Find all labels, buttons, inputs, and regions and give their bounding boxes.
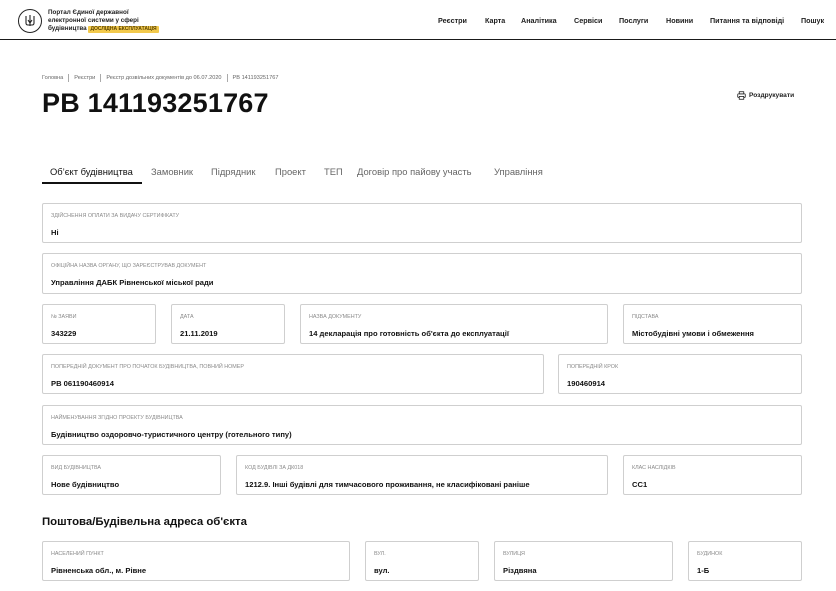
nav-registries[interactable]: Реєстри (438, 16, 467, 25)
printer-icon (737, 91, 746, 100)
consequence-class-field: Клас наслідків СС1 (623, 455, 802, 495)
address-section-title: Поштова/Будівельна адреса об'єкта (42, 516, 247, 528)
breadcrumb-current: РВ 141193251767 (232, 75, 279, 81)
field-value: Ні (51, 228, 59, 237)
tab-tep[interactable]: ТЕП (324, 166, 343, 177)
field-label: Попередній документ про початок будівниц… (51, 364, 244, 370)
field-label: Вул. (374, 551, 386, 557)
field-value: 1212.9. Інші будівлі для тимчасового про… (245, 480, 530, 489)
trident-logo-icon[interactable] (18, 9, 42, 33)
page-title: РВ 141193251767 (42, 88, 269, 118)
street-type-field: Вул. вул. (365, 541, 479, 581)
field-value: СС1 (632, 480, 648, 489)
brand-line-3: будівництва (48, 25, 87, 32)
field-label: Назва документу (309, 314, 362, 320)
nav-services[interactable]: Сервіси (574, 16, 602, 25)
field-value: Нове будівництво (51, 480, 120, 489)
tab-customer[interactable]: Замовник (151, 166, 193, 177)
field-label: Код будівлі за ДК018 (245, 465, 304, 471)
field-label: Вулиця (503, 551, 525, 557)
breadcrumb-registry[interactable]: Реєстр дозвільних документів до 06.07.20… (106, 75, 221, 81)
field-label: Попередній крок (567, 364, 619, 370)
basis-field: Підстава Містобудівні умови і обмеження (623, 304, 802, 344)
nav-map[interactable]: Карта (485, 16, 505, 25)
active-tab-indicator (42, 182, 142, 184)
breadcrumb-separator (226, 74, 228, 82)
field-label: Підстава (632, 314, 659, 320)
tab-project[interactable]: Проект (275, 166, 306, 177)
field-value: Управління ДАБК Рівненської міської ради (51, 278, 214, 287)
build-type-field: Вид будівництва Нове будівництво (42, 455, 221, 495)
field-label: Населений пункт (51, 551, 104, 557)
field-value: Рівненська обл., м. Рівне (51, 566, 147, 575)
organ-field: Офіційна назва органу, що зареєстрував д… (42, 253, 802, 294)
beta-badge: ДОСЛІДНА ЕКСПЛУАТАЦІЯ (88, 26, 159, 33)
field-label: Клас наслідків (632, 465, 676, 471)
tab-object[interactable]: Об’єкт будівництва (50, 166, 133, 177)
brand-line-2: електронної системи у сфері (48, 17, 139, 24)
breadcrumb-registries[interactable]: Реєстри (74, 75, 95, 81)
breadcrumb-home[interactable]: Головна (42, 75, 63, 81)
nav-analytics[interactable]: Аналітика (521, 16, 557, 25)
nav-public-services[interactable]: Послуги (619, 16, 648, 25)
field-value: 1-Б (697, 566, 710, 575)
breadcrumb-separator (68, 74, 70, 82)
previous-step-field: Попередній крок 190460914 (558, 354, 802, 394)
field-value: вул. (374, 566, 390, 575)
field-value: 190460914 (567, 379, 606, 388)
application-number-field: № заяви 343229 (42, 304, 156, 344)
nav-search[interactable]: Пошук (801, 16, 824, 25)
previous-document-field: Попередній документ про початок будівниц… (42, 354, 544, 394)
building-number-field: Будинок 1-Б (688, 541, 802, 581)
project-name-field: Найменування згідно проекту будівництва … (42, 405, 802, 445)
nav-news[interactable]: Новини (666, 16, 693, 25)
portal-brand[interactable]: Портал Єдиної державної електронної сист… (48, 9, 178, 33)
field-value: Будівництво оздоровчо-туристичного центр… (51, 430, 292, 439)
field-label: Дата (180, 314, 194, 320)
trident-icon (25, 15, 35, 26)
settlement-field: Населений пункт Рівненська обл., м. Рівн… (42, 541, 350, 581)
date-field: Дата 21.11.2019 (171, 304, 285, 344)
site-header: Портал Єдиної державної електронної сист… (0, 0, 836, 40)
brand-line-1: Портал Єдиної державної (48, 9, 129, 16)
street-field: Вулиця Різдвяна (494, 541, 673, 581)
print-button[interactable]: Роздрукувати (737, 91, 794, 100)
building-code-field: Код будівлі за ДК018 1212.9. Інші будівл… (236, 455, 608, 495)
tab-contractor[interactable]: Підрядник (211, 166, 255, 177)
field-label: Вид будівництва (51, 465, 102, 471)
field-label: Найменування згідно проекту будівництва (51, 415, 183, 421)
field-value: РВ 061190460914 (51, 379, 114, 388)
nav-faq[interactable]: Питання та відповіді (710, 16, 784, 25)
document-name-field: Назва документу 14 декларація про готовн… (300, 304, 608, 344)
field-value: 14 декларація про готовність об'єкта до … (309, 329, 509, 338)
payment-field: Здійснення оплати за видачу сертифікату … (42, 203, 802, 243)
field-label: № заяви (51, 314, 77, 320)
field-label: Здійснення оплати за видачу сертифікату (51, 213, 180, 219)
field-label: Офіційна назва органу, що зареєстрував д… (51, 263, 207, 269)
field-value: Різдвяна (503, 566, 537, 575)
field-value: 21.11.2019 (180, 329, 218, 338)
tab-management[interactable]: Управління (494, 166, 543, 177)
breadcrumb-separator (100, 74, 102, 82)
field-value: Містобудівні умови і обмеження (632, 329, 754, 338)
tab-share-agreement[interactable]: Договір про пайову участь (357, 166, 472, 177)
print-label: Роздрукувати (749, 92, 795, 99)
field-label: Будинок (697, 551, 723, 557)
breadcrumb: Головна Реєстри Реєстр дозвільних докуме… (42, 74, 278, 82)
field-value: 343229 (51, 329, 77, 338)
